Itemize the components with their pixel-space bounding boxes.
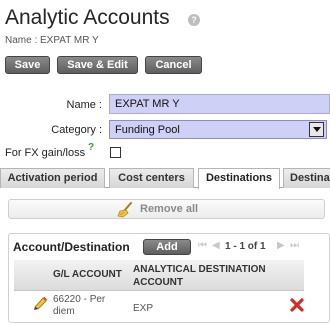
pager-info: 1 - 1 of 1 (225, 241, 266, 252)
save-and-edit-button[interactable]: Save & Edit (57, 56, 138, 74)
name-field[interactable]: EXPAT MR Y (109, 94, 330, 114)
fx-gain-loss-checkbox[interactable] (110, 147, 121, 158)
tab-destinations-overflow[interactable]: Destina (283, 168, 330, 188)
pager-next-icon[interactable]: ▶ (277, 240, 285, 251)
help-icon[interactable]: ? (188, 14, 200, 26)
row-destination-account: EXP (133, 303, 154, 314)
fx-help-icon[interactable]: ? (88, 142, 94, 153)
category-label: Category : (51, 124, 102, 136)
chevron-down-icon[interactable] (309, 122, 324, 137)
pager-prev-icon[interactable]: ◀ (212, 240, 220, 251)
grid-title: Account/Destination (13, 240, 130, 254)
page-title: Analytic Accounts (5, 6, 170, 29)
category-select[interactable]: Funding Pool (109, 120, 327, 139)
tab-cost-centers[interactable]: Cost centers (109, 168, 194, 188)
column-header-gl-account[interactable]: G/L ACCOUNT (53, 269, 122, 280)
tab-activation-period[interactable]: Activation period (0, 168, 105, 188)
row-gl-account: 66220 - Per diem (53, 294, 106, 317)
remove-all-label: Remove all (140, 203, 199, 215)
pencil-icon[interactable] (32, 296, 48, 310)
tab-destinations[interactable]: Destinations (198, 168, 280, 189)
fx-gain-loss-label: For FX gain/loss (5, 147, 86, 159)
cancel-button[interactable]: Cancel (145, 56, 202, 74)
column-header-analytical-destination-account[interactable]: ANALYTICAL DESTINATION ACCOUNT (133, 263, 293, 289)
pager-first-icon[interactable]: ⏮ (198, 240, 207, 251)
save-button[interactable]: Save (5, 56, 50, 74)
broom-icon (117, 202, 132, 218)
pager-last-icon[interactable]: ⏭ (290, 240, 299, 251)
name-label: Name : (66, 99, 102, 111)
delete-icon[interactable] (290, 298, 304, 312)
record-subtitle: Name : EXPAT MR Y (5, 35, 99, 46)
add-button[interactable]: Add (143, 239, 191, 255)
